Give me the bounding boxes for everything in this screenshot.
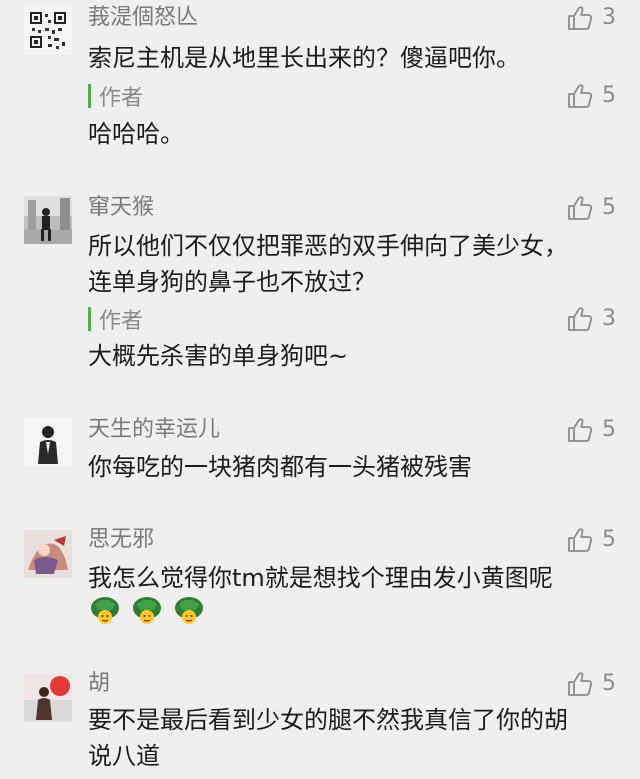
comment-text: 你每吃的一块猪肉都有一头猪被残害 xyxy=(88,453,472,481)
thumbs-up-icon xyxy=(566,4,594,32)
comment-text-line-2: 连单身狗的鼻子也不放过？ xyxy=(88,268,376,296)
like-count: 5 xyxy=(602,83,616,108)
author-reply-bar xyxy=(88,84,91,108)
author-reply-text: 哈哈哈。 xyxy=(88,120,184,148)
like-count: 5 xyxy=(602,671,616,696)
turtle-emoji-icon xyxy=(91,597,119,624)
turtle-emoji-icon xyxy=(175,597,203,624)
comment-text: 我怎么觉得你tm就是想找个理由发小黄图呢 xyxy=(88,564,553,592)
person-sketch-avatar-image xyxy=(24,418,72,466)
avatar[interactable] xyxy=(24,196,72,244)
avatar[interactable] xyxy=(24,6,72,54)
like-count: 3 xyxy=(602,306,616,331)
like-button[interactable]: 3 xyxy=(566,4,616,32)
comment-text-line-2: 说八道 xyxy=(88,742,160,770)
comment-nickname: 天生的幸运儿 xyxy=(88,417,221,442)
comment-text: 索尼主机是从地里长出来的？傻逼吧你。 xyxy=(88,44,520,72)
avatar[interactable] xyxy=(24,674,72,722)
comment-text-line-1: 所以他们不仅仅把罪恶的双手伸向了美少女， xyxy=(88,232,568,260)
anime-art-avatar-image xyxy=(24,530,72,578)
avatar[interactable] xyxy=(24,418,72,466)
thumbs-up-icon xyxy=(566,82,594,110)
comment-nickname: 思无邪 xyxy=(88,527,155,552)
like-count: 5 xyxy=(602,527,616,552)
like-button[interactable]: 5 xyxy=(566,526,616,554)
qr-code-avatar-image xyxy=(24,6,72,54)
thumbs-up-icon xyxy=(566,305,594,333)
author-reply-header: 作者 xyxy=(88,82,144,111)
like-count: 3 xyxy=(602,5,616,30)
street-photo-avatar-image xyxy=(24,196,72,244)
comment-text-line-1: 要不是最后看到少女的腿不然我真信了你的胡 xyxy=(88,706,568,734)
thumbs-up-icon xyxy=(566,670,594,698)
girl-photo-avatar-image xyxy=(24,674,72,722)
like-button[interactable]: 5 xyxy=(566,670,616,698)
emoji-row xyxy=(88,592,206,626)
comment-nickname: 胡 xyxy=(88,671,111,696)
like-button[interactable]: 5 xyxy=(566,194,616,222)
avatar[interactable] xyxy=(24,530,72,578)
thumbs-up-icon xyxy=(566,194,594,222)
author-reply-header: 作者 xyxy=(88,305,144,334)
like-count: 5 xyxy=(602,417,616,442)
thumbs-up-icon xyxy=(566,416,594,444)
author-reply-text: 大概先杀害的单身狗吧~ xyxy=(88,342,349,370)
comment-nickname: 莪湜個怒亾 xyxy=(88,5,199,30)
author-label: 作者 xyxy=(99,309,144,334)
reply-like-button[interactable]: 5 xyxy=(566,82,616,110)
author-reply-bar xyxy=(88,307,91,331)
thumbs-up-icon xyxy=(566,526,594,554)
turtle-emoji-icon xyxy=(133,597,161,624)
author-label: 作者 xyxy=(99,86,144,111)
like-count: 5 xyxy=(602,195,616,220)
comment-nickname: 窜天猴 xyxy=(88,195,155,220)
like-button[interactable]: 5 xyxy=(566,416,616,444)
reply-like-button[interactable]: 3 xyxy=(566,305,616,333)
